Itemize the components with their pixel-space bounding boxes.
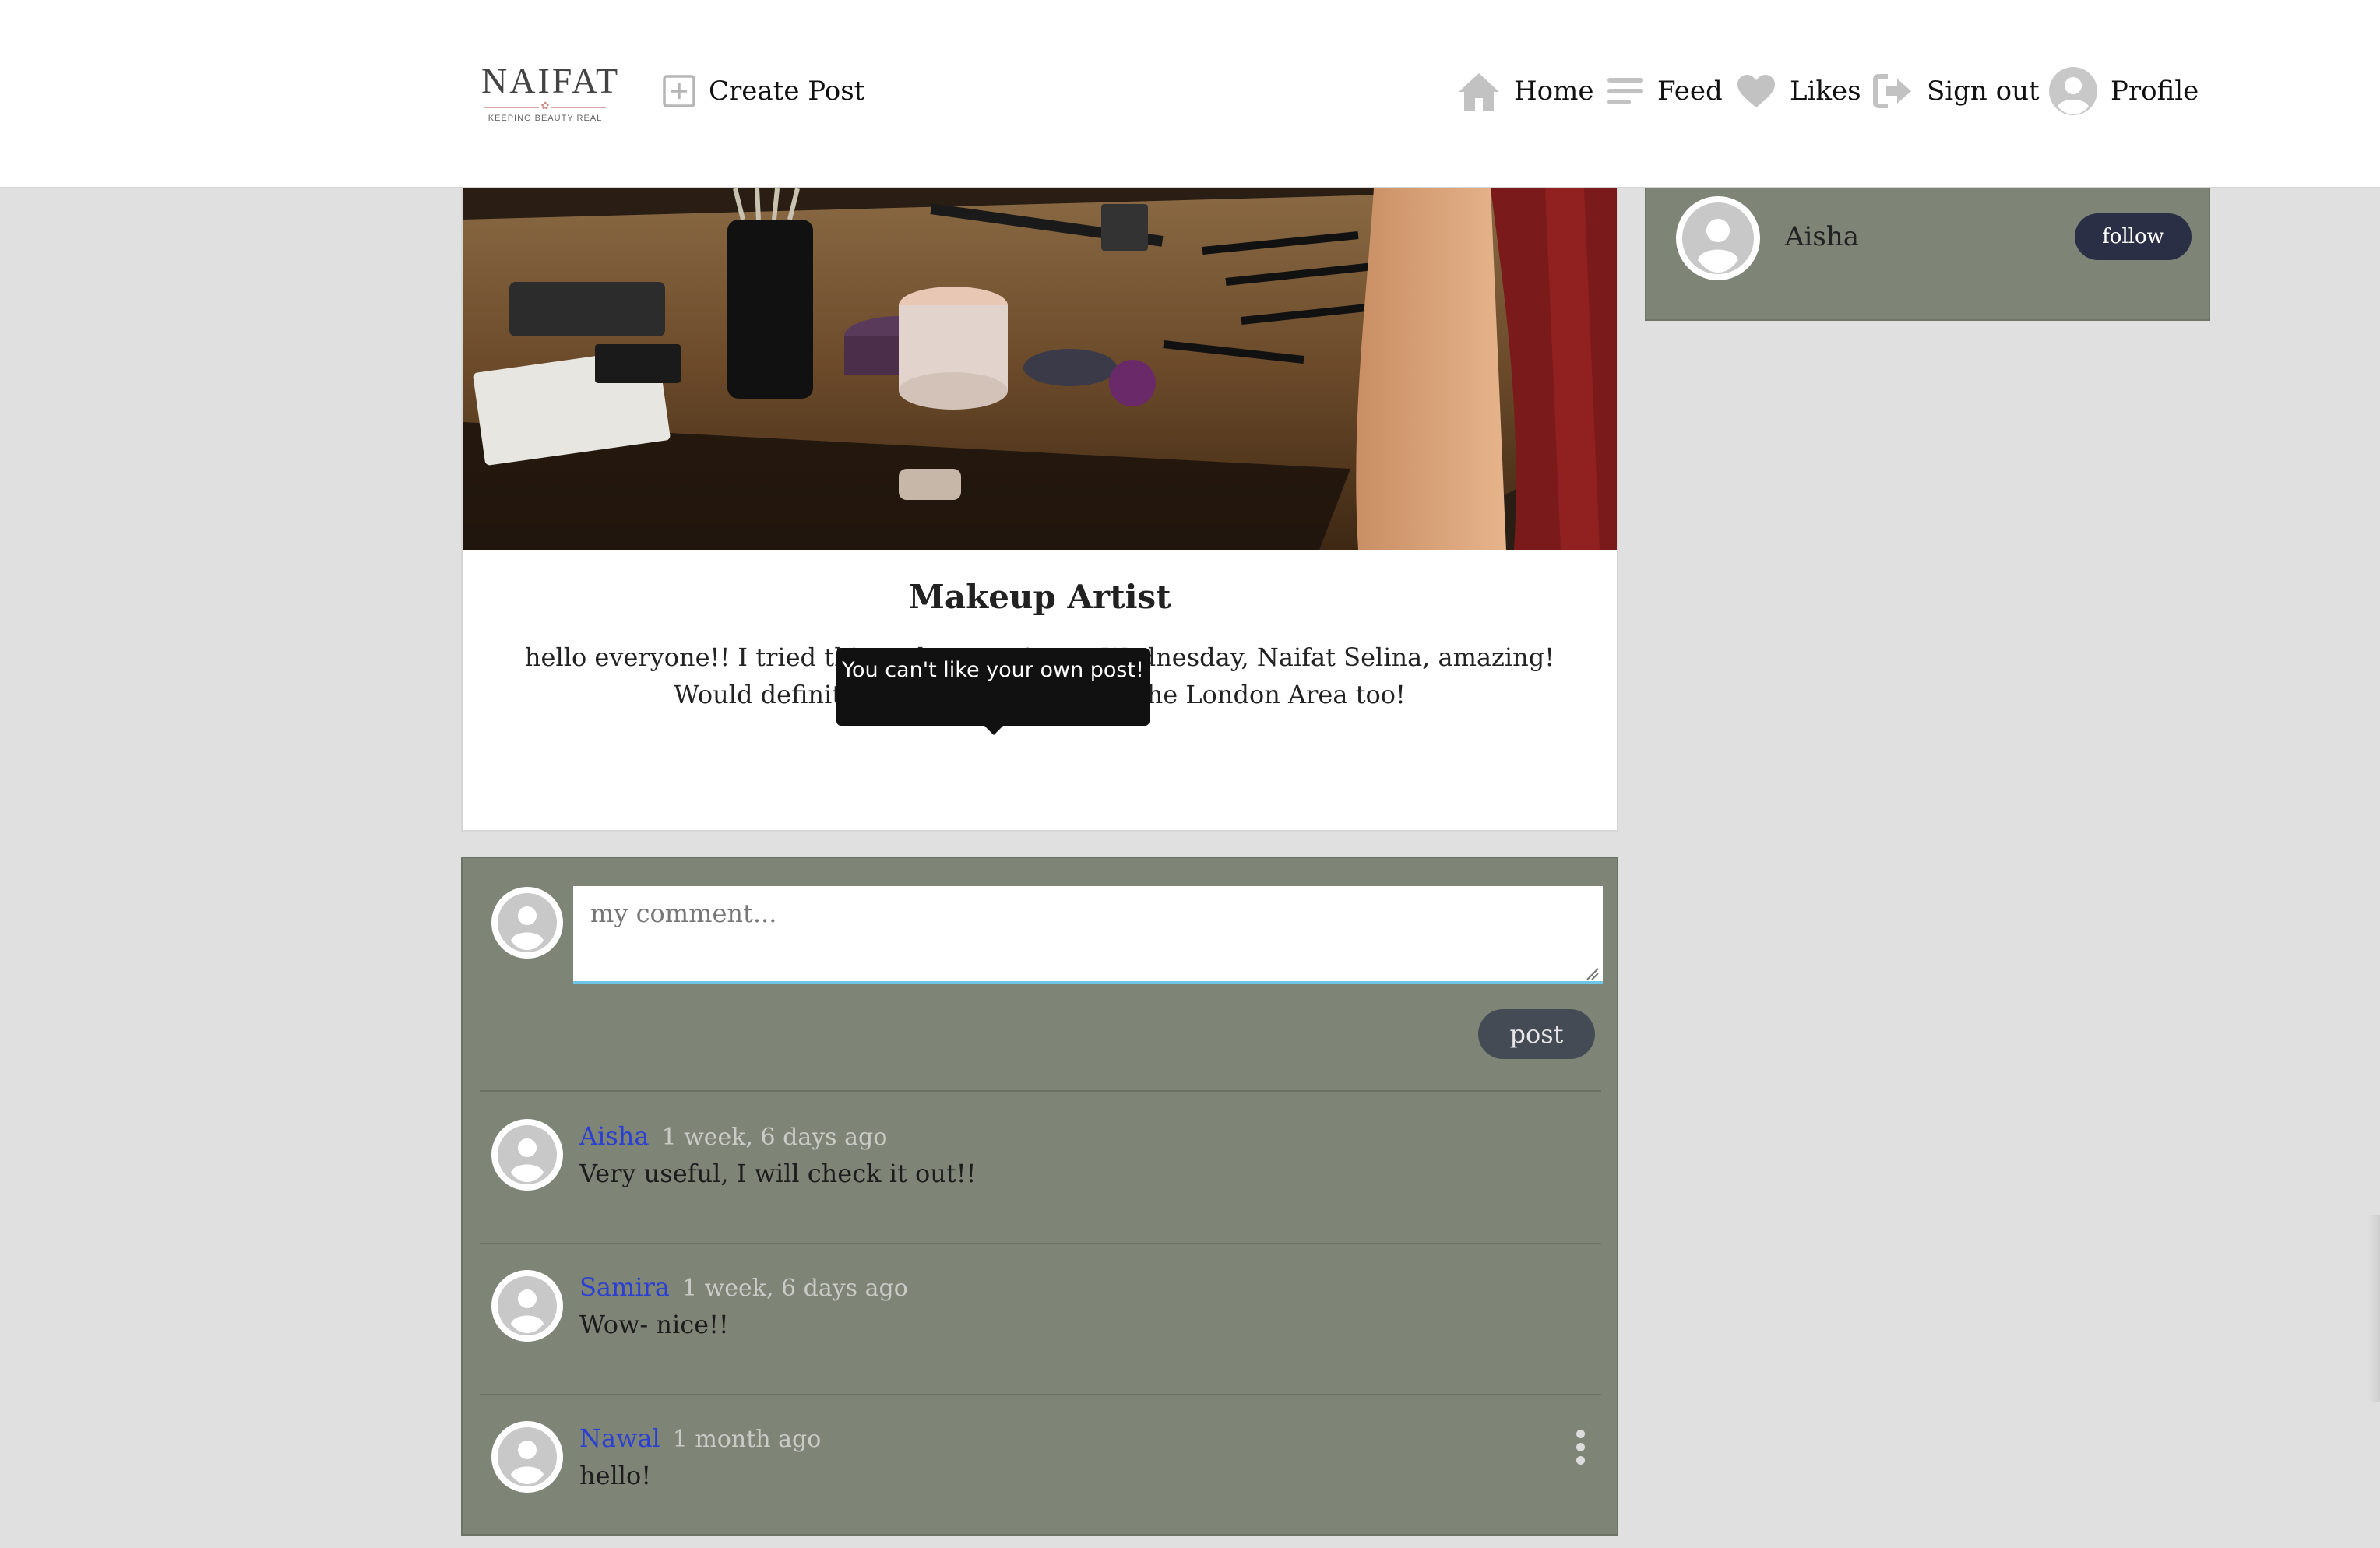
naifat-logo[interactable]: NAIFAT ✿ KEEPING BEAUTY REAL bbox=[481, 61, 621, 125]
comment-author-link[interactable]: Samira bbox=[579, 1272, 670, 1302]
user-avatar-icon bbox=[2048, 66, 2098, 116]
sign-out-icon bbox=[1872, 72, 1914, 111]
logo-divider: ✿ bbox=[481, 101, 609, 112]
nav-home-label: Home bbox=[1514, 76, 1594, 107]
comment-item: Samira 1 week, 6 days ago Wow- nice!! bbox=[491, 1269, 1597, 1363]
post-image bbox=[463, 188, 1617, 550]
nav-likes-label: Likes bbox=[1790, 76, 1861, 107]
divider bbox=[480, 1243, 1601, 1244]
nav-feed-label: Feed bbox=[1657, 76, 1723, 107]
nav-profile[interactable]: Profile bbox=[2048, 67, 2199, 115]
comment-timestamp: 1 week, 6 days ago bbox=[661, 1124, 888, 1151]
post-card: Makeup Artist hello everyone!! I tried t… bbox=[461, 188, 1618, 977]
comment-header: Nawal 1 month ago bbox=[579, 1423, 821, 1453]
author-name[interactable]: Aisha bbox=[1785, 221, 1859, 252]
menu-lines-icon bbox=[1606, 73, 1645, 109]
logo-tagline: KEEPING BEAUTY REAL bbox=[488, 114, 603, 123]
nav-feed[interactable]: Feed bbox=[1606, 67, 1723, 115]
comment-header: Aisha 1 week, 6 days ago bbox=[579, 1121, 887, 1151]
comment-input[interactable] bbox=[573, 886, 1603, 984]
page-edge-shadow bbox=[2368, 1215, 2380, 1402]
commenter-avatar[interactable] bbox=[491, 1118, 564, 1194]
divider bbox=[480, 1394, 1601, 1395]
commenter-avatar[interactable] bbox=[491, 1420, 564, 1497]
nav-likes[interactable]: Likes bbox=[1735, 67, 1861, 115]
post-title: Makeup Artist bbox=[908, 578, 1171, 616]
logo-wordmark: NAIFAT bbox=[481, 61, 621, 100]
top-navbar: NAIFAT ✿ KEEPING BEAUTY REAL Create Post… bbox=[0, 0, 2380, 188]
comment-author-link[interactable]: Aisha bbox=[579, 1121, 649, 1151]
nav-create-post-label: Create Post bbox=[709, 76, 865, 107]
comments-panel: post Aisha 1 week, 6 days ago Very useful… bbox=[461, 857, 1618, 1536]
nav-profile-label: Profile bbox=[2111, 76, 2199, 107]
nav-sign-out-label: Sign out bbox=[1927, 76, 2040, 107]
comment-timestamp: 1 month ago bbox=[672, 1426, 822, 1453]
comment-text: hello! bbox=[579, 1461, 652, 1490]
commenter-avatar[interactable] bbox=[491, 1269, 564, 1346]
comment-timestamp: 1 week, 6 days ago bbox=[681, 1275, 908, 1302]
divider bbox=[480, 1090, 1601, 1092]
follow-button[interactable]: follow bbox=[2075, 213, 2192, 260]
comment-header: Samira 1 week, 6 days ago bbox=[579, 1272, 908, 1302]
nav-sign-out[interactable]: Sign out bbox=[1872, 67, 2040, 115]
comment-text: Wow- nice!! bbox=[579, 1310, 729, 1339]
flower-icon: ✿ bbox=[539, 101, 551, 112]
nav-create-post[interactable]: Create Post bbox=[662, 67, 864, 115]
home-icon bbox=[1456, 70, 1502, 112]
author-card: Aisha follow bbox=[1645, 188, 2210, 321]
current-user-avatar bbox=[491, 886, 564, 962]
comment-options-icon[interactable] bbox=[1568, 1430, 1592, 1472]
comment-item: Nawal 1 month ago hello! bbox=[491, 1420, 1597, 1514]
nav-home[interactable]: Home bbox=[1456, 67, 1593, 115]
resize-grip-icon[interactable] bbox=[1584, 966, 1600, 984]
plus-square-icon bbox=[662, 73, 696, 109]
author-avatar[interactable] bbox=[1674, 195, 1762, 285]
comment-author-link[interactable]: Nawal bbox=[579, 1423, 660, 1453]
comment-text: Very useful, I will check it out!! bbox=[579, 1159, 977, 1188]
heart-icon bbox=[1735, 72, 1777, 110]
like-tooltip: You can't like your own post! bbox=[836, 648, 1150, 735]
post-comment-button[interactable]: post bbox=[1478, 1009, 1595, 1059]
comment-item: Aisha 1 week, 6 days ago Very useful, I w… bbox=[491, 1118, 1597, 1212]
